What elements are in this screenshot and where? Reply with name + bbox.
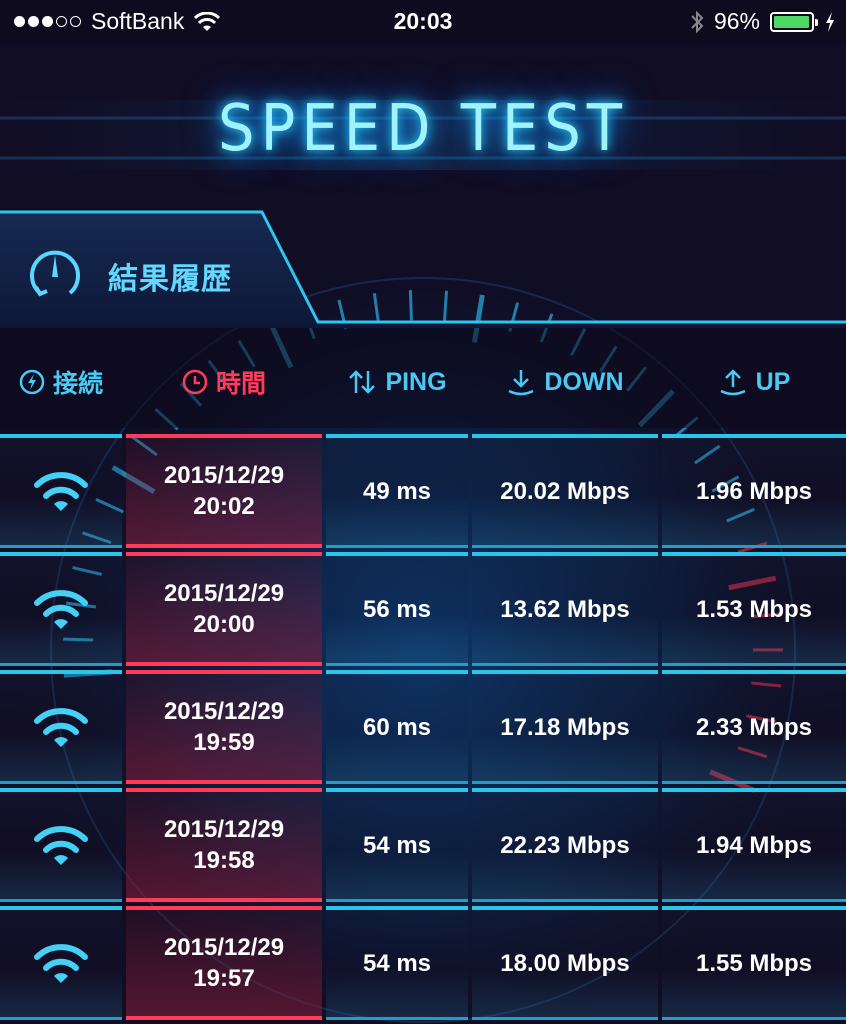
- result-row[interactable]: 2015/12/29 19:57 54 ms 18.00 Mbps 1.55 Mb…: [0, 902, 846, 1020]
- up-down-arrows-icon: [349, 370, 376, 394]
- down-cell: 13.62 Mbps: [472, 552, 658, 666]
- test-time: 19:57: [193, 965, 255, 992]
- status-right: 96%: [690, 8, 836, 35]
- test-date: 2015/12/29: [163, 580, 285, 607]
- result-row[interactable]: 2015/12/29 20:02 49 ms 20.02 Mbps 1.96 Mb…: [0, 430, 846, 548]
- wifi-icon: [34, 825, 88, 865]
- time-cell: 2015/12/29 20:02: [126, 434, 322, 548]
- header-down[interactable]: DOWN: [472, 362, 658, 402]
- down-cell: 20.02 Mbps: [472, 434, 658, 548]
- wifi-icon: [34, 471, 88, 511]
- wifi-icon: [34, 707, 88, 747]
- result-row[interactable]: 2015/12/29 19:59 60 ms 17.18 Mbps 2.33 Mb…: [0, 666, 846, 784]
- connection-cell: [0, 670, 122, 784]
- result-row[interactable]: 2015/12/29 20:00 56 ms 13.62 Mbps 1.53 Mb…: [0, 548, 846, 666]
- gauge-tick: [408, 290, 413, 321]
- header-down-label: DOWN: [544, 367, 624, 396]
- test-date: 2015/12/29: [163, 462, 285, 489]
- down-cell: 22.23 Mbps: [472, 788, 658, 902]
- up-cell: 1.94 Mbps: [662, 788, 846, 902]
- history-gauge-icon: [26, 245, 84, 308]
- down-cell: 18.00 Mbps: [472, 906, 658, 1020]
- ping-cell: 54 ms: [326, 906, 468, 1020]
- wifi-icon: [34, 589, 88, 629]
- bolt-icon: [19, 369, 45, 395]
- header-ping[interactable]: PING: [326, 362, 468, 402]
- test-time: 19:59: [193, 729, 255, 756]
- clock-icon: [182, 369, 208, 395]
- header-up[interactable]: UP: [662, 362, 846, 402]
- test-time: 20:00: [193, 611, 255, 638]
- header-up-label: UP: [755, 367, 791, 396]
- time-cell: 2015/12/29 19:59: [126, 670, 322, 784]
- download-arrow-icon: [508, 370, 534, 396]
- time-cell: 2015/12/29 19:58: [126, 788, 322, 902]
- time-cell: 2015/12/29 20:00: [126, 552, 322, 666]
- ping-cell: 60 ms: [326, 670, 468, 784]
- result-row[interactable]: 2015/12/29 19:58 54 ms 22.23 Mbps 1.94 Mb…: [0, 784, 846, 902]
- connection-cell: [0, 434, 122, 548]
- app-title: SPEED TEST: [218, 92, 628, 166]
- ping-cell: 56 ms: [326, 552, 468, 666]
- up-cell: 1.96 Mbps: [662, 434, 846, 548]
- connection-cell: [0, 906, 122, 1020]
- header-connection[interactable]: 接続: [0, 362, 122, 402]
- header-ping-label: PING: [385, 367, 447, 396]
- battery-percent: 96%: [713, 8, 760, 34]
- status-bar: SoftBank 20:03 96%: [0, 0, 846, 44]
- up-cell: 1.53 Mbps: [662, 552, 846, 666]
- test-date: 2015/12/29: [163, 816, 285, 843]
- header-connection-label: 接続: [52, 370, 103, 398]
- battery-icon: [770, 11, 818, 32]
- up-cell: 1.55 Mbps: [662, 906, 846, 1020]
- upload-arrow-icon: [720, 369, 746, 396]
- test-time: 20:02: [193, 493, 255, 520]
- connection-cell: [0, 788, 122, 902]
- ping-cell: 49 ms: [326, 434, 468, 548]
- down-cell: 17.18 Mbps: [472, 670, 658, 784]
- test-time: 19:58: [193, 847, 255, 874]
- history-tab-label[interactable]: 結果履歴: [108, 254, 232, 298]
- time-cell: 2015/12/29 19:57: [126, 906, 322, 1020]
- header-time-label: 時間: [215, 370, 266, 398]
- test-date: 2015/12/29: [163, 698, 285, 725]
- gauge-tick: [443, 290, 448, 321]
- test-date: 2015/12/29: [163, 934, 285, 961]
- bluetooth-icon: [691, 10, 704, 33]
- ping-cell: 54 ms: [326, 788, 468, 902]
- wifi-icon: [34, 943, 88, 983]
- charging-icon: [826, 11, 834, 32]
- header-time[interactable]: 時間: [126, 362, 322, 402]
- connection-cell: [0, 552, 122, 666]
- up-cell: 2.33 Mbps: [662, 670, 846, 784]
